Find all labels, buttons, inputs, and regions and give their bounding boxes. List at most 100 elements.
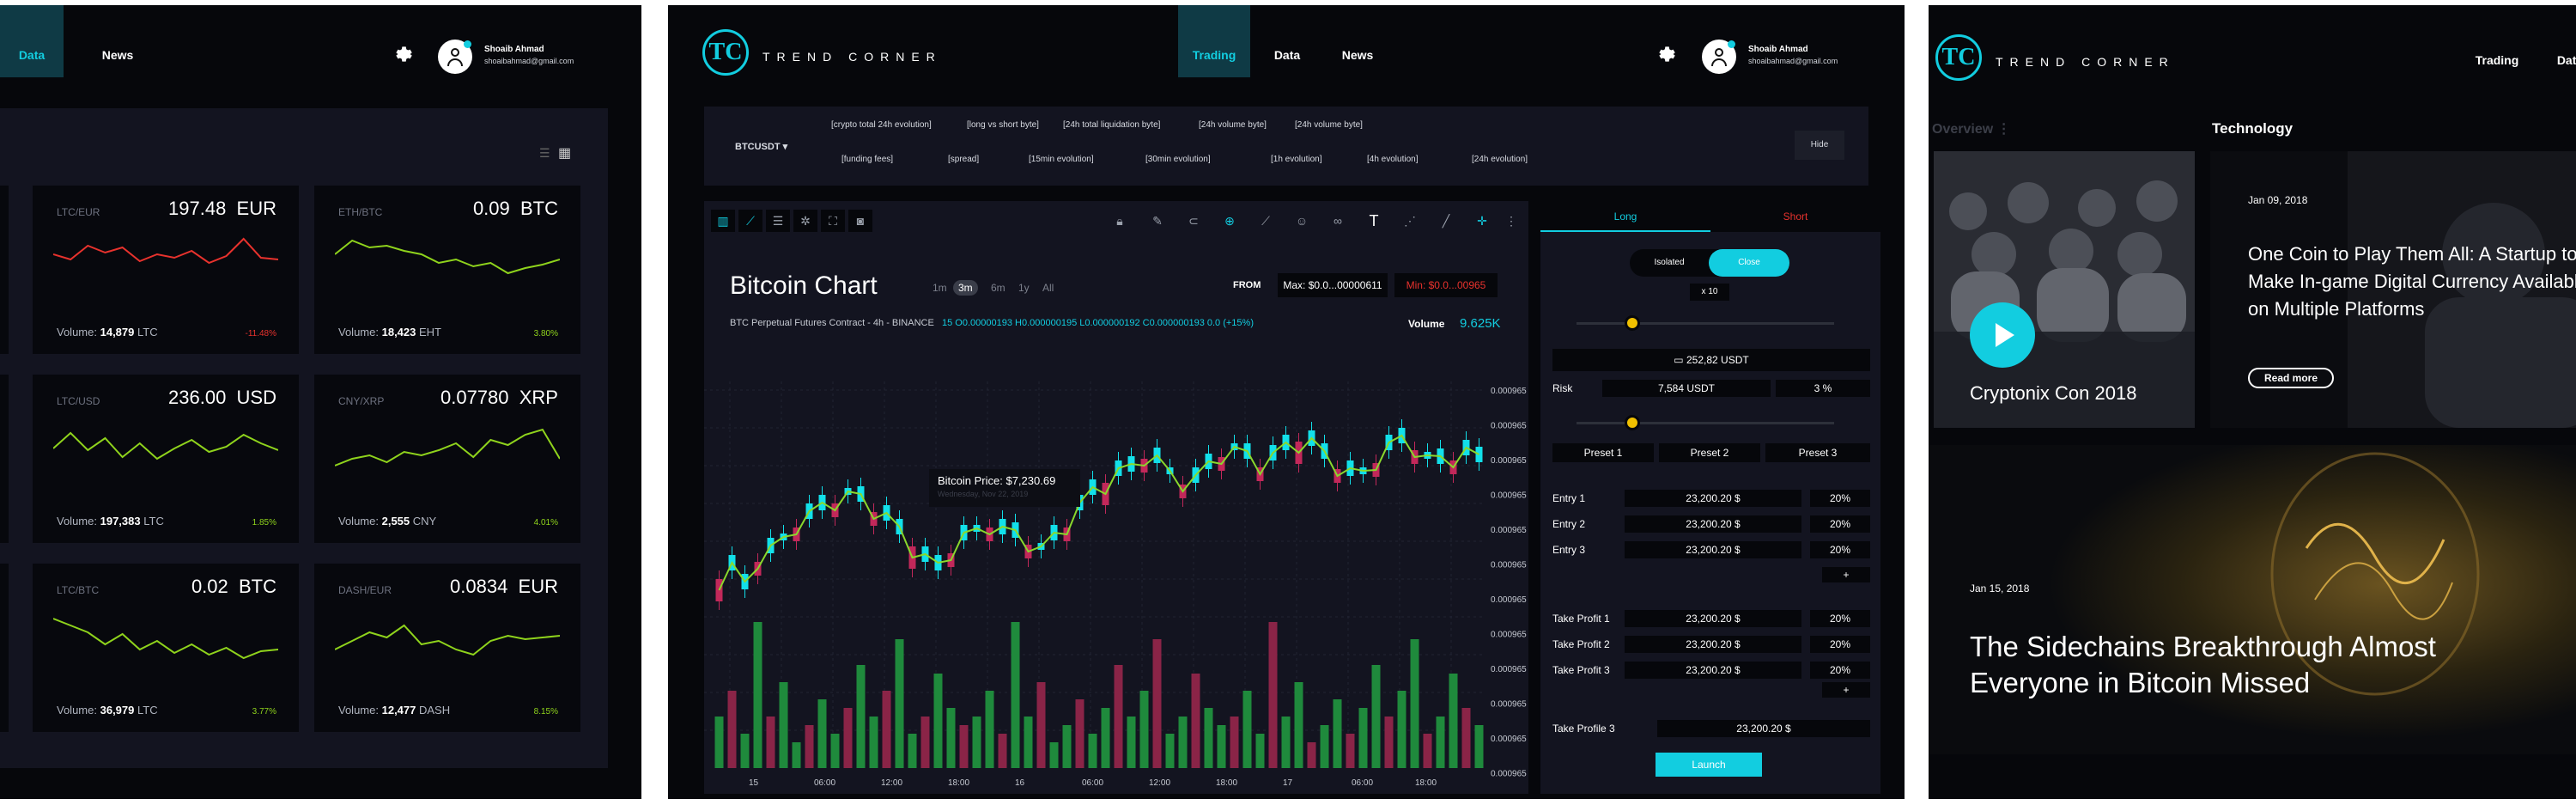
slider-handle[interactable] [1625,315,1640,331]
volume-readout: Volume: 2,555 CNY [338,515,437,528]
market-card-partial[interactable] [0,375,9,543]
y-tick-label: 0.000965 [1491,456,1527,466]
take-profit-value[interactable]: 23,200.20 $ [1625,610,1801,627]
nav-trading[interactable]: Trading [2461,10,2533,82]
list-view-icon[interactable]: ☰ [539,146,550,161]
add-entry-button[interactable]: + [1822,567,1870,582]
isolated-option[interactable]: Isolated [1630,249,1709,277]
tab-long[interactable]: Long [1540,201,1710,232]
volume-bar [959,725,969,768]
preset-3-button[interactable]: Preset 3 [1765,443,1870,462]
featured-article[interactable]: Jan 15, 2018 The Sidechains Breakthrough… [1929,445,2576,754]
tab-short[interactable]: Short [1710,201,1880,232]
close-option[interactable]: Close [1709,249,1789,277]
nav-data[interactable]: Data [0,5,64,77]
risk-value[interactable]: 7,584 USDT [1602,380,1771,397]
risk-row: Risk 7,584 USDT 3 % [1552,380,1870,397]
preset-2-button[interactable]: Preset 2 [1659,443,1760,462]
hide-button[interactable]: Hide [1795,131,1844,160]
volume-bar [843,708,853,768]
leverage-slider[interactable] [1577,322,1834,325]
y-tick-label: 0.000965 [1491,631,1527,640]
volume-bar [1114,665,1123,768]
market-card-partial[interactable] [0,186,9,354]
entry-percent[interactable]: 20% [1810,490,1870,507]
market-card[interactable]: LTC/EUR 197.48 EUR Volume: 14,879 LTC -1… [33,186,299,354]
lightbulb-photo [1929,445,2576,754]
article-card[interactable]: Jan 09, 2018 One Coin to Play Them All: … [2210,151,2576,428]
launch-button[interactable]: Launch [1656,753,1762,777]
volume-readout: Volume: 12,477 DASH [338,704,451,717]
article-title[interactable]: The Sidechains Breakthrough Almost Every… [1970,629,2485,701]
stat-top-3: [24h volume byte] [1199,120,1267,130]
take-profit-percent[interactable]: 20% [1810,636,1870,653]
risk-slider[interactable] [1577,422,1834,424]
overview-label[interactable]: Overview ⋮ [1932,120,2011,137]
volume-readout: Volume: 197,383 LTC [57,515,164,528]
balance-field: ▭ 252,82 USDT [1552,349,1870,371]
take-profile-value[interactable]: 23,200.20 $ [1657,720,1870,737]
volume-bar [1062,725,1072,768]
volume-bar [1230,717,1239,768]
sparkline [335,239,560,275]
avatar[interactable] [438,40,472,74]
take-profit-value[interactable]: 23,200.20 $ [1625,636,1801,653]
stat-top-4: [24h volume byte] [1295,120,1363,130]
market-card[interactable]: LTC/BTC 0.02 BTC Volume: 36,979 LTC 3.77… [33,564,299,732]
risk-pct[interactable]: 3 % [1776,380,1870,397]
y-tick-label: 0.000965 [1491,422,1527,431]
volume-bar [1088,734,1097,768]
volume-bar [817,699,827,768]
avatar[interactable] [1702,40,1736,74]
read-more-button[interactable]: Read more [2248,368,2334,388]
slider-handle[interactable] [1625,415,1640,430]
nav-trading[interactable]: Trading [1178,5,1250,77]
volume-bar [920,717,930,768]
add-take-profit-button[interactable]: + [1822,682,1870,698]
nav-news[interactable]: News [1326,5,1389,77]
volume-bar [908,734,917,768]
entry-value[interactable]: 23,200.20 $ [1625,541,1801,558]
gear-icon[interactable] [1656,43,1678,65]
volume-bar [985,691,994,768]
take-profit-percent[interactable]: 20% [1810,610,1870,627]
x-tick-label: 06:00 [1082,778,1103,788]
entry-value[interactable]: 23,200.20 $ [1625,490,1801,507]
candlestick-chart[interactable]: 0.000965 0.000965 0.000965 0.000965 0.000965… [704,201,1528,794]
volume-bar [1204,708,1213,768]
volume-bar [895,639,904,768]
market-card[interactable]: LTC/USD 236.00 USD Volume: 197,383 LTC 1… [33,375,299,543]
market-card[interactable]: CNY/XRP 0.07780 XRP Volume: 2,555 CNY 4.… [314,375,580,543]
volume-bar [792,742,801,768]
volume-bar [1474,725,1484,768]
price-tooltip: Bitcoin Price: $7,230.69 Wednesday, Nov … [929,469,1080,507]
market-card[interactable]: DASH/EUR 0.0834 EUR Volume: 12,477 DASH … [314,564,580,732]
take-profit-value[interactable]: 23,200.20 $ [1625,662,1801,679]
video-card[interactable]: Cryptonix Con 2018 [1934,151,2195,428]
play-icon[interactable] [1970,302,2035,368]
nav-data[interactable]: Data [2540,10,2576,82]
user-name: Shoaib Ahmad [1748,45,1808,54]
logo-icon[interactable]: TC [1935,34,1982,81]
wallet-icon: ▭ [1674,354,1684,366]
market-card[interactable]: ETH/BTC 0.09 BTC Volume: 18,423 EHT 3.80… [314,186,580,354]
market-card-partial[interactable] [0,564,9,732]
volume-bar [779,682,788,768]
pair-select[interactable]: BTCUSDT ▾ [735,141,787,152]
volume-bar [1320,725,1329,768]
grid-view-icon[interactable]: ▦ [558,144,571,162]
nav-data[interactable]: Data [1255,5,1319,77]
nav-news[interactable]: News [86,5,149,77]
volume-bar [1307,742,1316,768]
take-profit-percent[interactable]: 20% [1810,662,1870,679]
entry-label: Entry 2 [1552,518,1586,530]
gear-icon[interactable] [392,43,415,65]
entry-percent[interactable]: 20% [1810,541,1870,558]
logo-icon[interactable]: TC [702,29,749,76]
preset-1-button[interactable]: Preset 1 [1552,443,1654,462]
pair-label: LTC/BTC [57,584,100,596]
entry-percent[interactable]: 20% [1810,515,1870,533]
stat-bottom-5: [4h evolution] [1367,155,1419,164]
entry-value[interactable]: 23,200.20 $ [1625,515,1801,533]
article-title[interactable]: One Coin to Play Them All: A Startup to … [2248,241,2576,323]
